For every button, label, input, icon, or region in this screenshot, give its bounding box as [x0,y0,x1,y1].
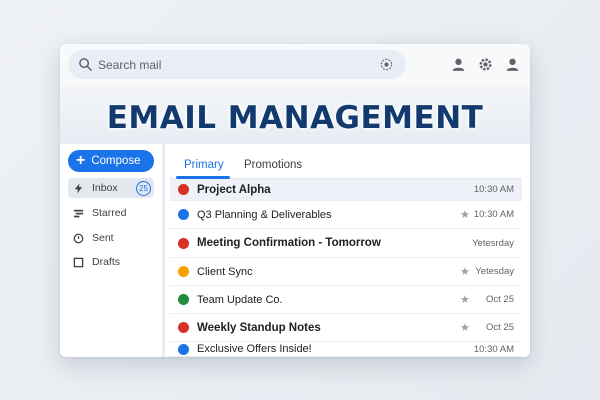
sender-avatar-dot [178,322,189,333]
sidebar-divider [162,144,165,357]
message-list-panel: Primary Promotions Project Alpha 10:30 AM… [170,151,522,357]
search-icon[interactable] [78,57,93,72]
email-subject: Weekly Standup Notes [197,321,321,334]
sidebar-item-inbox[interactable]: Inbox 25 [68,178,154,198]
banner-title: EMAIL MANAGEMENT [106,100,484,136]
compose-button[interactable]: + Compose [68,150,154,172]
email-date: Oct 25 [486,294,514,305]
email-date: 10:30 AM [473,343,514,355]
email-row[interactable]: Exclusive Offers Inside! 10:30 AM [170,342,522,357]
email-date: 10:30 AM [473,209,514,220]
search-bar[interactable] [68,50,406,79]
profile-icon[interactable] [504,56,521,73]
sidebar-item-starred[interactable]: Starred [68,203,154,223]
inbox-count-badge: 25 [136,181,151,196]
email-date: Oct 25 [486,322,514,333]
email-subject: Project Alpha [197,183,271,196]
sender-avatar-dot [178,343,189,355]
tab-promotions[interactable]: Promotions [244,159,302,171]
category-tabs: Primary Promotions [170,151,522,179]
sender-avatar-dot [178,237,189,249]
sidebar-item-label: Inbox [92,182,118,194]
email-date: 10:30 AM [473,184,514,195]
sender-avatar-dot [178,294,189,305]
sent-icon [73,233,84,243]
email-row[interactable]: Meeting Confirmation - Tomorrow Yetesrday [170,229,522,258]
star-icon[interactable]: ★ [460,208,470,221]
email-date: Yetesday [475,266,514,277]
email-subject: Team Update Co. [197,293,283,306]
sidebar-item-drafts[interactable]: Drafts [68,252,154,272]
top-bar [60,44,530,86]
star-icon[interactable]: ★ [460,321,470,334]
sender-avatar-dot [178,209,189,220]
email-subject: Q3 Planning & Deliverables [197,208,332,221]
sidebar: + Compose Inbox 25 Starred Sent Drafts [60,144,162,357]
email-row[interactable]: Q3 Planning & Deliverables ★ 10:30 AM [170,201,522,229]
search-input[interactable] [98,54,368,75]
email-row[interactable]: Weekly Standup Notes ★ Oct 25 [170,314,522,342]
star-icon[interactable]: ★ [460,265,470,278]
email-row[interactable]: Project Alpha 10:30 AM [170,179,522,201]
sender-avatar-dot [178,266,189,277]
sidebar-item-label: Drafts [92,256,121,268]
tune-icon[interactable] [379,57,394,72]
mail-window: EMAIL MANAGEMENT + Compose Inbox 25 Star… [60,44,530,357]
sidebar-item-label: Sent [92,232,114,244]
sidebar-item-label: Starred [92,207,127,219]
inbox-icon [74,182,83,194]
account-icon[interactable] [450,56,467,73]
starred-icon [73,209,84,217]
email-subject: Client Sync [197,265,253,278]
email-date: Yetesrday [472,237,514,249]
star-icon[interactable]: ★ [460,293,470,306]
email-subject: Meeting Confirmation - Tomorrow [197,237,381,249]
tab-primary[interactable]: Primary [184,159,224,171]
email-subject: Exclusive Offers Inside! [197,343,312,355]
email-row[interactable]: Client Sync ★ Yetesday [170,258,522,286]
sidebar-item-sent[interactable]: Sent [68,228,154,248]
sender-avatar-dot [178,184,189,195]
plus-icon: + [76,152,86,169]
settings-icon[interactable] [477,56,494,73]
email-row[interactable]: Team Update Co. ★ Oct 25 [170,286,522,314]
compose-label: Compose [91,155,141,167]
drafts-icon [73,257,84,267]
